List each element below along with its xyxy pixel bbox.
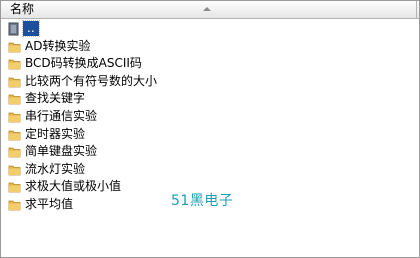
list-item[interactable]: 查找关键字 [1,90,417,108]
folder-icon [8,94,21,105]
watermark-text: 51黑电子 [171,193,234,209]
list-item[interactable]: 比较两个有符号数的大小 [1,73,417,91]
folder-icon [8,200,21,211]
list-item-label: 求平均值 [25,196,74,211]
list-item[interactable]: AD转换实验 [1,38,417,56]
list-item-label: 串行通信实验 [25,108,98,123]
folder-icon [8,59,21,70]
list-item-label: BCD码转换成ASCII码 [25,56,142,71]
folder-icon [8,182,21,193]
folder-icon [8,165,21,176]
folder-icon [8,77,21,88]
folder-icon [8,42,21,52]
list-header: 名称 [1,1,419,19]
list-item-label: 定时器实验 [25,126,86,141]
list-item-label: .. [22,20,40,37]
list-item-parent[interactable]: .. [1,20,417,38]
list-item-label: AD转换实验 [25,38,91,53]
folder-icon [8,130,21,140]
list-item-label: 查找关键字 [25,91,86,106]
file-list: .. AD转换实验 BCD码转换成ASCII码 比较两个有符号数的大小 查找关键… [1,20,417,214]
folder-up-icon [8,22,19,36]
list-item[interactable]: 简单键盘实验 [1,143,417,161]
folder-icon [8,147,21,158]
folder-icon [8,112,21,123]
name-column-header[interactable]: 名称 [1,1,417,18]
list-item[interactable]: 流水灯实验 [1,161,417,179]
list-item-label: 求极大值或极小值 [25,179,122,194]
list-item-label: 比较两个有符号数的大小 [25,73,158,88]
list-item[interactable]: 定时器实验 [1,126,417,144]
list-item-label: 简单键盘实验 [25,144,98,159]
sort-ascending-icon [203,7,211,11]
file-list-window: 名称 .. AD转换实验 BCD码转换成ASCII码 比较两个有符号数的大小 查… [0,0,420,258]
list-item[interactable]: BCD码转换成ASCII码 [1,55,417,73]
list-item-label: 流水灯实验 [25,161,86,176]
list-item[interactable]: 串行通信实验 [1,108,417,126]
name-column-label: 名称 [10,2,35,16]
